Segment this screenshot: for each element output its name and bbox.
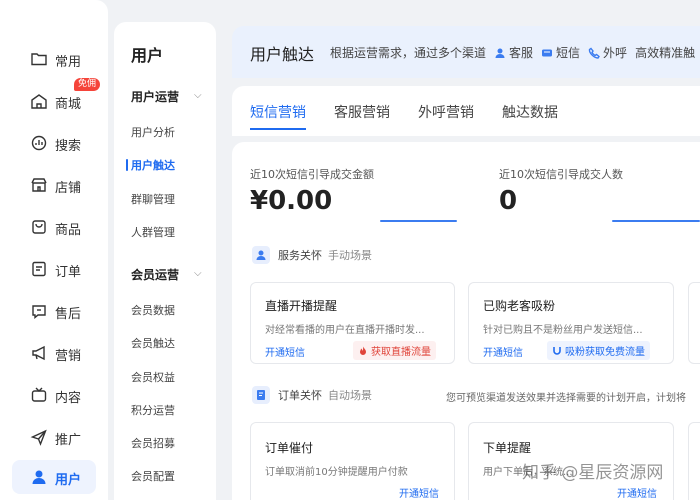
subnav-group-user-ops[interactable]: 用户运营 [131, 88, 179, 105]
tab-outbound-marketing[interactable]: 外呼营销 [418, 102, 474, 122]
nav-item-mall[interactable]: 商城 免佣 [12, 78, 101, 118]
goods-icon [32, 220, 46, 234]
card-old-customer-fans[interactable]: 已购老客吸粉 针对已购且不是粉丝用户发送短信... 开通短信 吸粉获取免费流量 [468, 282, 674, 364]
tab-sms-marketing[interactable]: 短信营销 [250, 102, 306, 122]
subnav-item-member-recruit[interactable]: 会员招募 [131, 435, 175, 451]
store-icon [31, 178, 47, 192]
subnav-item-member-reach[interactable]: 会员触达 [131, 335, 175, 351]
channel-customer-service: 客服 [494, 44, 533, 61]
subnav-item-points[interactable]: 积分运营 [131, 402, 175, 418]
nav-item-content[interactable]: 内容 [12, 378, 96, 412]
order-icon [32, 261, 46, 277]
home-icon [31, 94, 47, 109]
main-nav: 常用 商城 免佣 搜索 店铺 商品 订单 售后 营销 内容 推广 用户 [0, 0, 108, 500]
fans-traffic-tag: 吸粉获取免费流量 [547, 341, 650, 360]
open-sms-link[interactable]: 开通短信 [483, 344, 523, 359]
chevron-down-icon[interactable]: ⌵ [194, 268, 202, 279]
subnav-title: 用户 [131, 46, 164, 65]
channel-sms: 短信 [541, 44, 580, 61]
stat-label-amount: 近10次短信引导成交金额 [250, 168, 374, 181]
customer-service-icon [495, 48, 505, 58]
chevron-down-icon[interactable]: ⌵ [194, 90, 202, 101]
subnav-item-member-rights[interactable]: 会员权益 [131, 369, 175, 385]
free-commission-badge: 免佣 [74, 78, 101, 91]
user-service-icon [252, 246, 270, 264]
subnav-item-member-config[interactable]: 会员配置 [131, 468, 175, 484]
flame-icon [360, 346, 366, 355]
nav-item-common[interactable]: 常用 [12, 42, 96, 76]
folder-icon [31, 53, 47, 66]
nav-item-user[interactable]: 用户 [12, 460, 96, 494]
nav-item-marketing[interactable]: 营销 [12, 336, 96, 370]
stat-label-buyers: 近10次短信引导成交人数 [499, 168, 623, 181]
subnav-item-crowd[interactable]: 人群管理 [131, 224, 175, 240]
sms-icon [542, 49, 553, 56]
page-title: 用户触达 [250, 45, 315, 64]
subnav-group-member-ops[interactable]: 会员运营 [131, 266, 179, 283]
active-indicator [126, 159, 128, 171]
open-sms-link[interactable]: 开通短信 [399, 485, 439, 500]
nav-item-after-sales[interactable]: 售后 [12, 294, 96, 328]
tv-icon [31, 387, 47, 402]
after-sales-icon [32, 305, 46, 319]
nav-item-store[interactable]: 店铺 [12, 168, 96, 202]
stat-value-amount: ¥0.00 [250, 186, 333, 216]
nav-item-search[interactable]: 搜索 [12, 126, 96, 160]
megaphone-icon [32, 345, 45, 361]
open-sms-link[interactable]: 开通短信 [265, 344, 305, 359]
preview-note: 您可预览渠道发送效果并选择需要的计划开启，计划将 [446, 393, 686, 404]
open-sms-link[interactable]: 开通短信 [617, 485, 657, 500]
header-description: 根据运营需求，通过多个渠道 客服 短信 外呼 高效精准触 [330, 44, 696, 61]
card-partial[interactable] [688, 422, 700, 500]
channel-outbound-call: 外呼 [588, 44, 627, 61]
subnav-item-group-chat[interactable]: 群聊管理 [131, 191, 175, 207]
watermark: 知乎 @星辰资源网 [522, 463, 664, 483]
tab-customer-service-marketing[interactable]: 客服营销 [334, 102, 390, 122]
sub-nav: 用户 用户运营 ⌵ 用户分析 用户触达 群聊管理 人群管理 会员运营 ⌵ 会员数… [114, 22, 216, 500]
card-live-reminder[interactable]: 直播开播提醒 对经常看播的用户在直播开播时发... 开通短信 获取直播流量 [250, 282, 455, 364]
card-partial[interactable] [688, 282, 700, 364]
live-traffic-tag: 获取直播流量 [353, 341, 436, 360]
subnav-item-user-reach[interactable]: 用户触达 [131, 157, 175, 173]
tab-reach-data[interactable]: 触达数据 [502, 102, 558, 122]
nav-item-goods[interactable]: 商品 [12, 210, 96, 244]
order-care-icon [252, 386, 270, 404]
section-order-care: 订单关怀 自动场景 [252, 386, 372, 404]
nav-item-promotion[interactable]: 推广 [12, 420, 96, 454]
send-icon [30, 429, 47, 446]
phone-icon [588, 47, 600, 59]
search-chart-icon [31, 135, 47, 151]
tab-bar: 短信营销 客服营销 外呼营销 触达数据 [232, 86, 700, 136]
magnet-icon [553, 346, 561, 355]
card-order-payment-reminder[interactable]: 订单催付 订单取消前10分钟提醒用户付款 开通短信 [250, 422, 455, 500]
active-tab-underline [250, 128, 306, 130]
page-header: 用户触达 根据运营需求，通过多个渠道 客服 短信 外呼 高效精准触 [232, 26, 700, 78]
section-service-care: 服务关怀 手动场景 [252, 246, 372, 264]
subnav-item-member-data[interactable]: 会员数据 [131, 302, 175, 318]
main-content: 近10次短信引导成交金额 ¥0.00 近10次短信引导成交人数 0 服务关怀 手… [232, 142, 700, 500]
nav-item-order[interactable]: 订单 [12, 252, 96, 286]
user-icon [32, 470, 46, 484]
stat-value-buyers: 0 [499, 186, 518, 216]
trend-line [380, 220, 457, 222]
subnav-item-user-analysis[interactable]: 用户分析 [131, 124, 175, 140]
trend-line [612, 220, 700, 222]
